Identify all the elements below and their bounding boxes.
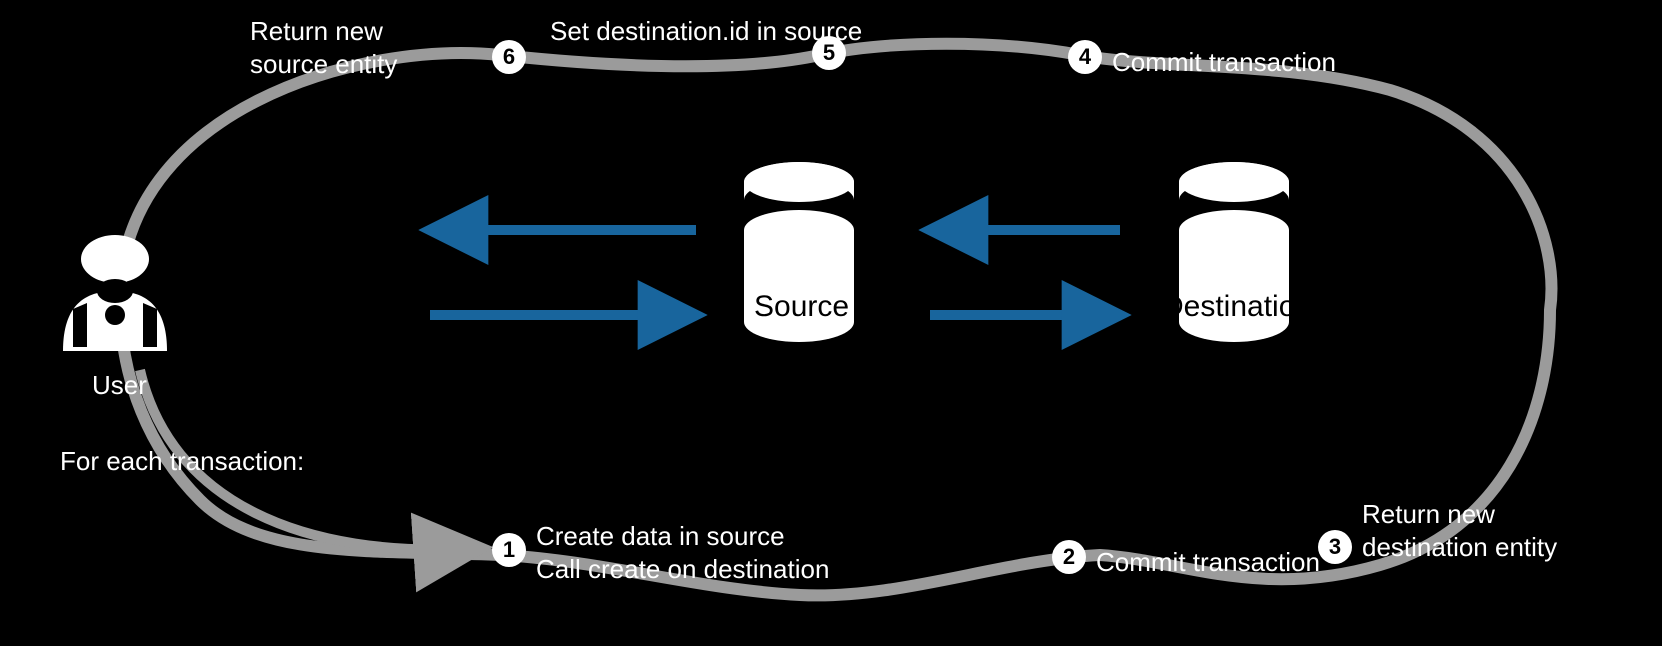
destination-db-label: Destination — [1162, 290, 1312, 324]
step-badge-3: 3 — [1318, 530, 1352, 564]
step-text-4: Commit transaction — [1112, 46, 1336, 79]
step-badge-6: 6 — [492, 40, 526, 74]
step-text-2: Commit transaction — [1096, 546, 1320, 579]
subtitle: For each transaction: — [60, 446, 360, 477]
step-text-1: Create data in source Call create on des… — [536, 520, 829, 585]
step-badge-2: 2 — [1052, 540, 1086, 574]
step-text-3: Return new destination entity — [1362, 498, 1557, 563]
step-text-5: Set destination.id in source — [550, 15, 862, 48]
step-badge-4: 4 — [1068, 40, 1102, 74]
step-text-6: Return new source entity — [250, 15, 397, 80]
source-db-label: Source — [754, 290, 849, 324]
diagram-canvas: Source Destination 1 2 3 4 5 6 Create da… — [0, 0, 1662, 646]
step-badge-1: 1 — [492, 533, 526, 567]
user-label: User — [92, 370, 147, 401]
